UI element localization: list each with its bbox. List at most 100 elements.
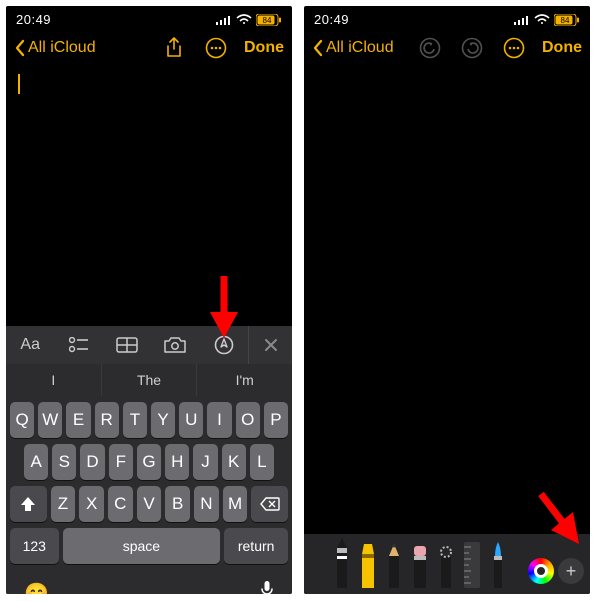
drawing-canvas[interactable] [304,70,590,534]
redo-button[interactable] [458,34,486,62]
key-o[interactable]: O [236,402,260,438]
key-p[interactable]: P [264,402,288,438]
svg-text:84: 84 [263,16,272,25]
pen-icon [333,538,351,588]
status-bar: 20:49 84 [6,6,292,30]
back-text: All iCloud [326,39,394,57]
back-text: All iCloud [28,39,96,57]
camera-button[interactable] [151,326,199,364]
wifi-icon [236,14,252,25]
toolbar-close-button[interactable] [248,326,292,364]
color-picker-button[interactable] [528,558,554,584]
key-r[interactable]: R [95,402,119,438]
key-f[interactable]: F [109,444,133,480]
pen-tool[interactable] [332,538,352,588]
markup-button[interactable] [200,326,248,364]
key-y[interactable]: Y [151,402,175,438]
key-x[interactable]: X [79,486,104,522]
key-g[interactable]: G [137,444,161,480]
emoji-keyboard-button[interactable]: 😊 [24,581,49,595]
prediction-2[interactable]: The [102,364,198,396]
status-right: 84 [514,14,580,26]
key-b[interactable]: B [165,486,190,522]
pencil-tool[interactable] [384,544,404,588]
key-m[interactable]: M [223,486,248,522]
brush-tool[interactable] [488,542,508,588]
backspace-icon [260,497,280,511]
shift-key[interactable] [10,486,47,522]
keyboard-bottom-bar: 😊 [6,576,292,594]
key-u[interactable]: U [179,402,203,438]
eraser-icon [411,546,429,588]
keyboard-format-toolbar: Aa [6,326,292,364]
key-z[interactable]: Z [51,486,76,522]
key-w[interactable]: W [38,402,62,438]
nav-bar: All iCloud Done [6,30,292,70]
brush-icon [489,542,507,588]
camera-icon [164,337,186,353]
key-s[interactable]: S [52,444,76,480]
table-button[interactable] [103,326,151,364]
marker-tool[interactable] [358,544,378,588]
status-bar: 20:49 84 [304,6,590,30]
microphone-icon [260,580,274,594]
share-icon [165,37,183,59]
key-q[interactable]: Q [10,402,34,438]
battery-indicator: 84 [256,14,282,26]
phone-left: 20:49 84 All iCloud Done [6,6,292,594]
undo-icon [419,37,441,59]
svg-text:84: 84 [561,16,570,25]
shift-icon [20,496,36,512]
add-tool-button[interactable]: + [558,558,584,584]
signal-icon [216,15,232,25]
markup-toolbar: + [304,534,590,594]
key-d[interactable]: D [80,444,104,480]
more-ellipsis-icon [205,37,227,59]
table-icon [116,337,138,353]
key-j[interactable]: J [193,444,217,480]
dictation-button[interactable] [260,580,274,594]
number-mode-key[interactable]: 123 [10,528,59,564]
marker-icon [359,544,377,588]
key-c[interactable]: C [108,486,133,522]
more-button[interactable] [500,34,528,62]
space-key[interactable]: space [63,528,221,564]
note-editor[interactable] [6,70,292,326]
back-button[interactable]: All iCloud [14,39,96,57]
status-right: 84 [216,14,282,26]
done-button[interactable]: Done [542,39,582,57]
predictive-text-bar: I The I'm [6,364,292,396]
selected-color-dot [534,564,548,578]
done-button[interactable]: Done [244,39,284,57]
key-n[interactable]: N [194,486,219,522]
phone-right: 20:49 84 All iCloud [304,6,590,594]
eraser-tool[interactable] [410,546,430,588]
chevron-left-icon [14,39,26,57]
backspace-key[interactable] [251,486,288,522]
checklist-button[interactable] [54,326,102,364]
more-button[interactable] [202,34,230,62]
chevron-left-icon [312,39,324,57]
signal-icon [514,15,530,25]
key-h[interactable]: H [165,444,189,480]
share-button[interactable] [160,34,188,62]
key-v[interactable]: V [137,486,162,522]
key-t[interactable]: T [123,402,147,438]
prediction-3[interactable]: I'm [197,364,292,396]
text-cursor [18,74,20,94]
ruler-tool[interactable] [462,542,482,588]
onscreen-keyboard: QWERTYUIOP ASDFGHJKL ZXCVBNM 123 space r… [6,396,292,576]
key-k[interactable]: K [222,444,246,480]
lasso-tool[interactable] [436,546,456,588]
return-key[interactable]: return [224,528,288,564]
prediction-1[interactable]: I [6,364,102,396]
key-e[interactable]: E [66,402,90,438]
pencil-icon [385,544,403,588]
text-format-button[interactable]: Aa [6,326,54,364]
ruler-icon [461,542,483,588]
key-i[interactable]: I [207,402,231,438]
undo-button[interactable] [416,34,444,62]
key-l[interactable]: L [250,444,274,480]
back-button[interactable]: All iCloud [312,39,394,57]
key-a[interactable]: A [24,444,48,480]
